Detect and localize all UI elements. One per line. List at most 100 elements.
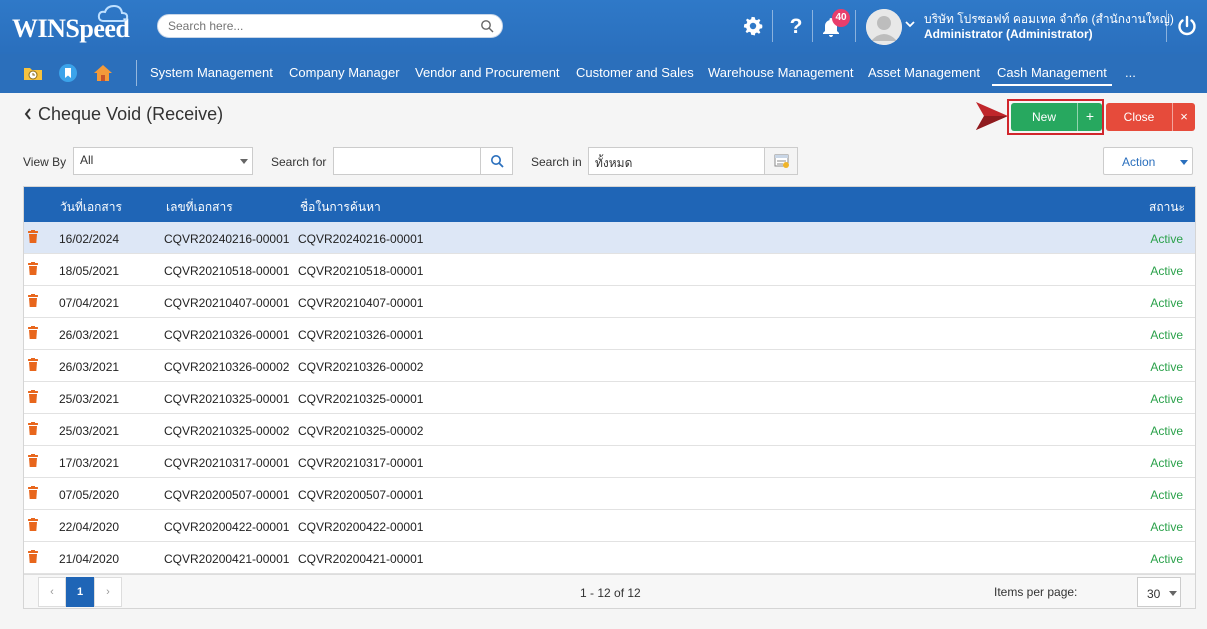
divider	[1166, 10, 1167, 42]
cell-date: 07/04/2021	[59, 296, 120, 310]
avatar[interactable]	[866, 9, 902, 45]
cell-doc-no[interactable]: CQVR20200507-00001	[164, 488, 289, 502]
cell-date: 16/02/2024	[59, 232, 120, 246]
cell-search-name: CQVR20240216-00001	[298, 232, 424, 246]
status-badge: Active	[1150, 456, 1183, 470]
chevron-down-icon[interactable]	[905, 20, 915, 28]
trash-icon[interactable]	[28, 326, 38, 339]
notification-badge: 40	[832, 9, 850, 27]
nav-vendor-procurement[interactable]: Vendor and Procurement	[415, 65, 560, 80]
view-by-select[interactable]: All	[73, 147, 253, 175]
search-in-select[interactable]: ทั้งหมด	[588, 147, 765, 175]
table-row[interactable]: 25/03/2021 CQVR20210325-00001 CQVR20210325…	[24, 382, 1195, 414]
search-for-button[interactable]	[480, 147, 513, 175]
cell-date: 25/03/2021	[59, 392, 120, 406]
cell-search-name: CQVR20200507-00001	[298, 488, 424, 502]
column-header-search-name[interactable]: ชื่อในการค้นหา	[300, 198, 381, 217]
grid-rows: 16/02/2024 CQVR20240216-00001 CQVR20240216…	[24, 222, 1195, 574]
global-search[interactable]	[157, 14, 503, 38]
table-row[interactable]: 07/05/2020 CQVR20200507-00001 CQVR20200507…	[24, 478, 1195, 510]
table-row[interactable]: 22/04/2020 CQVR20200422-00001 CQVR20200422…	[24, 510, 1195, 542]
cell-doc-no[interactable]: CQVR20210326-00001	[164, 328, 289, 342]
cell-search-name: CQVR20200421-00001	[298, 552, 424, 566]
table-row[interactable]: 07/04/2021 CQVR20210407-00001 CQVR20210407…	[24, 286, 1195, 318]
cell-date: 21/04/2020	[59, 552, 120, 566]
nav-company-manager[interactable]: Company Manager	[289, 65, 400, 80]
table-row[interactable]: 17/03/2021 CQVR20210317-00001 CQVR20210317…	[24, 446, 1195, 478]
nav-warehouse-management[interactable]: Warehouse Management	[708, 65, 854, 80]
search-for-input[interactable]	[333, 147, 481, 175]
status-badge: Active	[1150, 232, 1183, 246]
table-row[interactable]: 18/05/2021 CQVR20210518-00001 CQVR20210518…	[24, 254, 1195, 286]
search-icon[interactable]	[480, 19, 494, 33]
nav-asset-management[interactable]: Asset Management	[868, 65, 980, 80]
items-per-page-label: Items per page:	[994, 585, 1078, 599]
back-chevron-icon[interactable]	[24, 104, 32, 125]
cell-doc-no[interactable]: CQVR20200421-00001	[164, 552, 289, 566]
page-title-text: Cheque Void (Receive)	[38, 104, 224, 124]
table-row[interactable]: 25/03/2021 CQVR20210325-00002 CQVR20210325…	[24, 414, 1195, 446]
cell-date: 22/04/2020	[59, 520, 120, 534]
global-search-input[interactable]	[168, 18, 468, 34]
nav-system-management[interactable]: System Management	[150, 65, 273, 80]
document-grid: วันที่เอกสาร เลขที่เอกสาร ชื่อในการค้นหา…	[23, 186, 1196, 609]
list-picker-icon	[774, 154, 789, 168]
table-row[interactable]: 16/02/2024 CQVR20240216-00001 CQVR20240216…	[24, 222, 1195, 254]
next-page-button[interactable]: ›	[94, 577, 122, 607]
table-row[interactable]: 26/03/2021 CQVR20210326-00002 CQVR20210326…	[24, 350, 1195, 382]
items-per-page-select[interactable]: 30	[1137, 577, 1181, 607]
trash-icon[interactable]	[28, 390, 38, 403]
page-1-button[interactable]: 1	[66, 577, 94, 607]
cell-doc-no[interactable]: CQVR20210317-00001	[164, 456, 289, 470]
trash-icon[interactable]	[28, 550, 38, 563]
help-icon[interactable]: ?	[784, 14, 808, 38]
status-badge: Active	[1150, 296, 1183, 310]
nav-cash-management[interactable]: Cash Management	[992, 65, 1112, 86]
divider	[855, 10, 856, 42]
search-in-picker-button[interactable]	[764, 147, 798, 175]
close-icon[interactable]: ×	[1172, 103, 1195, 131]
cell-date: 18/05/2021	[59, 264, 120, 278]
plus-icon[interactable]: +	[1077, 103, 1102, 131]
column-header-date[interactable]: วันที่เอกสาร	[60, 198, 122, 217]
cell-doc-no[interactable]: CQVR20210518-00001	[164, 264, 289, 278]
new-button[interactable]: New +	[1011, 103, 1102, 131]
gear-icon[interactable]	[741, 14, 765, 38]
cell-date: 17/03/2021	[59, 456, 120, 470]
cell-doc-no[interactable]: CQVR20210325-00002	[164, 424, 289, 438]
cell-search-name: CQVR20210407-00001	[298, 296, 424, 310]
new-button-label: New	[1031, 110, 1056, 124]
chevron-down-icon	[1169, 591, 1177, 596]
trash-icon[interactable]	[28, 294, 38, 307]
close-button[interactable]: Close ×	[1106, 103, 1195, 131]
divider	[772, 10, 773, 42]
cell-search-name: CQVR20210326-00001	[298, 328, 424, 342]
folder-clock-icon[interactable]	[23, 63, 43, 83]
cell-doc-no[interactable]: CQVR20210407-00001	[164, 296, 289, 310]
cell-doc-no[interactable]: CQVR20210326-00002	[164, 360, 289, 374]
power-icon[interactable]	[1175, 14, 1199, 38]
table-row[interactable]: 26/03/2021 CQVR20210326-00001 CQVR20210326…	[24, 318, 1195, 350]
home-icon[interactable]	[93, 63, 113, 83]
column-header-doc-no[interactable]: เลขที่เอกสาร	[166, 198, 233, 217]
column-header-status[interactable]: สถานะ	[1149, 198, 1185, 217]
cloud-icon	[97, 4, 129, 22]
trash-icon[interactable]	[28, 486, 38, 499]
trash-icon[interactable]	[28, 454, 38, 467]
cell-doc-no[interactable]: CQVR20240216-00001	[164, 232, 289, 246]
bookmark-icon[interactable]	[58, 63, 78, 83]
prev-page-button[interactable]: ‹	[38, 577, 66, 607]
nav-customer-sales[interactable]: Customer and Sales	[576, 65, 694, 80]
trash-icon[interactable]	[28, 518, 38, 531]
trash-icon[interactable]	[28, 230, 38, 243]
status-badge: Active	[1150, 392, 1183, 406]
trash-icon[interactable]	[28, 422, 38, 435]
action-dropdown-button[interactable]: Action	[1103, 147, 1193, 175]
cell-doc-no[interactable]: CQVR20210325-00001	[164, 392, 289, 406]
trash-icon[interactable]	[28, 358, 38, 371]
nav-more[interactable]: ...	[1125, 65, 1136, 80]
trash-icon[interactable]	[28, 262, 38, 275]
cell-doc-no[interactable]: CQVR20200422-00001	[164, 520, 289, 534]
table-row[interactable]: 21/04/2020 CQVR20200421-00001 CQVR20200421…	[24, 542, 1195, 574]
cell-search-name: CQVR20210518-00001	[298, 264, 424, 278]
